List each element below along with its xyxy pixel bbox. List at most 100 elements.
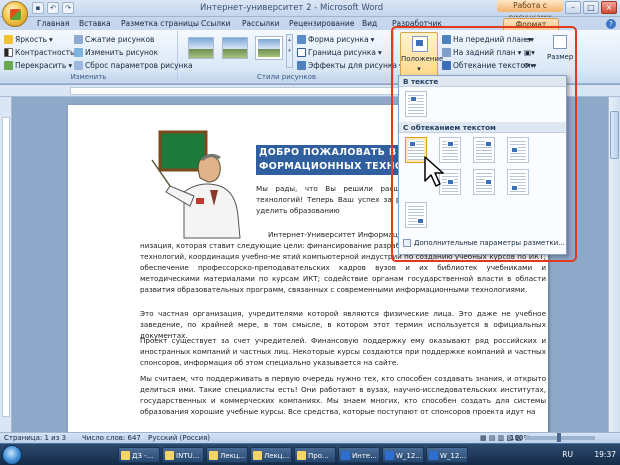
effects-icon [297, 61, 306, 70]
keyboard-language[interactable]: RU [562, 447, 573, 463]
compress-label: Сжатие рисунков [85, 35, 155, 44]
reset-picture-icon [74, 61, 83, 70]
position-top-right[interactable] [473, 137, 495, 163]
size-button[interactable]: Размер [547, 32, 573, 76]
page-count[interactable]: Страница: 1 из 3 [4, 433, 66, 443]
picture-border-button[interactable]: Граница рисунка ▾ [297, 47, 382, 58]
taskbar-item-1[interactable]: ДЗ -... [118, 447, 160, 463]
brightness-label: Яркость [15, 35, 48, 44]
send-back-button[interactable]: На задний план ▾ [442, 47, 521, 58]
wrap-section-header: С обтеканием текстом [399, 122, 566, 133]
position-icon [412, 36, 428, 52]
adjust-group-label: Изменить [0, 72, 177, 82]
paragraph-4: Проект существует за счет учредителей. Ф… [140, 336, 546, 367]
tab-review[interactable]: Рецензирование [285, 18, 358, 30]
picture-styles-group: ▴ ▾ Форма рисунка ▾ Граница рисунка ▾ Эффек… [180, 31, 403, 82]
contrast-button[interactable]: Контрастность▾ [4, 47, 80, 58]
zoom-slider-thumb[interactable] [557, 433, 561, 442]
change-picture-label: Изменить рисунок [85, 48, 159, 57]
window-controls: – □ × [565, 1, 617, 14]
position-bottom-left[interactable] [507, 169, 529, 195]
undo-icon[interactable]: ↶ [47, 2, 59, 14]
style-thumb-1[interactable] [188, 37, 214, 59]
reset-picture-label: Сброс параметров рисунка [85, 61, 193, 70]
position-middle-left[interactable] [507, 137, 529, 163]
taskbar-item-3[interactable]: Лекц... [206, 447, 248, 463]
taskbar-item-7[interactable]: W_12... [382, 447, 424, 463]
text-wrap-button[interactable]: Обтекание текстом ▾ [442, 60, 536, 71]
group-icon[interactable]: ▣▾ [524, 47, 535, 58]
text-wrap-icon [442, 61, 451, 70]
taskbar-item-2[interactable]: INTU... [162, 447, 204, 463]
teacher-clipart[interactable] [140, 130, 248, 240]
tab-view[interactable]: Вид [358, 18, 381, 30]
maximize-icon[interactable]: □ [583, 1, 599, 14]
vertical-scrollbar[interactable] [608, 97, 620, 432]
tab-home[interactable]: Главная [33, 18, 73, 30]
picture-shape-button[interactable]: Форма рисунка ▾ [297, 34, 374, 45]
scrollbar-thumb[interactable] [610, 111, 619, 159]
gallery-scroll[interactable]: ▴ ▾ [286, 34, 293, 68]
vertical-ruler[interactable] [0, 97, 12, 432]
picture-shape-label: Форма рисунка [308, 35, 369, 44]
help-icon[interactable]: ? [606, 19, 616, 29]
more-layout-options[interactable]: Дополнительные параметры разметки... [403, 239, 565, 247]
taskbar-item-4[interactable]: Лекц... [250, 447, 292, 463]
paragraph-5: Мы считаем, что поддерживать в первую оч… [140, 374, 546, 416]
chevron-down-icon: ▾ [417, 65, 421, 73]
clock[interactable]: 19:37 [594, 447, 616, 463]
taskbar-item-8[interactable]: W_12... [426, 447, 468, 463]
picture-border-label: Граница рисунка [308, 48, 377, 57]
language-indicator[interactable]: Русский (Россия) [148, 433, 210, 443]
send-back-label: На задний план [453, 48, 516, 57]
taskbar-item-5[interactable]: Про... [294, 447, 336, 463]
size-icon [553, 35, 567, 49]
picture-effects-button[interactable]: Эффекты для рисунка▾ [297, 60, 403, 71]
layout-options-icon [403, 239, 411, 247]
style-thumb-3[interactable] [256, 37, 282, 59]
bring-front-icon [442, 35, 451, 44]
recolor-label: Перекрасить [15, 61, 67, 70]
position-button[interactable]: Положение ▾ [400, 32, 444, 78]
tab-references[interactable]: Ссылки [197, 18, 234, 30]
send-back-icon [442, 48, 451, 57]
change-picture-button[interactable]: Изменить рисунок [74, 47, 158, 58]
adjust-group: Яркость▾ Контрастность▾ Перекрасить▾ Сжа… [0, 31, 193, 82]
ribbon-tabs: Главная Вставка Разметка страницы Ссылки… [0, 17, 620, 30]
position-label: Положение [401, 55, 444, 63]
compress-icon [74, 35, 83, 44]
position-inline[interactable] [405, 91, 427, 117]
start-button[interactable] [2, 445, 22, 465]
zoom-slider[interactable] [525, 433, 595, 442]
tab-format[interactable]: Формат [503, 18, 559, 30]
position-middle-right[interactable] [473, 169, 495, 195]
tab-page-layout[interactable]: Разметка страницы [117, 18, 203, 30]
bring-front-button[interactable]: На передний план ▾ [442, 34, 532, 45]
align-icon[interactable]: ≡▾ [524, 34, 534, 45]
style-thumb-2[interactable] [222, 37, 248, 59]
compress-button[interactable]: Сжатие рисунков [74, 34, 154, 45]
close-icon[interactable]: × [601, 1, 617, 14]
reset-picture-button[interactable]: Сброс параметров рисунка [74, 60, 193, 71]
taskbar-item-6[interactable]: Инте... [338, 447, 380, 463]
save-icon[interactable]: ▪ [32, 2, 44, 14]
rotate-icon[interactable]: ⟳▾ [524, 60, 534, 71]
tab-mailings[interactable]: Рассылки [238, 18, 284, 30]
inline-section-header: В тексте [399, 76, 566, 87]
tab-insert[interactable]: Вставка [75, 18, 115, 30]
recolor-icon [4, 61, 13, 70]
office-logo-icon [10, 9, 21, 20]
office-button[interactable] [2, 1, 28, 27]
brightness-button[interactable]: Яркость ▾ [4, 34, 53, 45]
position-bottom-right[interactable] [405, 202, 427, 228]
recolor-button[interactable]: Перекрасить ▾ [4, 60, 72, 71]
minimize-icon[interactable]: – [565, 1, 581, 14]
more-layout-options-label: Дополнительные параметры разметки... [414, 239, 565, 247]
redo-icon[interactable]: ↷ [62, 2, 74, 14]
bring-front-label: На передний план [453, 35, 526, 44]
tab-developer[interactable]: Разработчик [388, 18, 446, 30]
picture-styles-label: Стили рисунков [180, 72, 393, 82]
status-bar: Страница: 1 из 3 Число слов: 647 Русский… [0, 432, 620, 443]
picture-effects-label: Эффекты для рисунка [308, 61, 397, 70]
word-count[interactable]: Число слов: 647 [82, 433, 141, 443]
